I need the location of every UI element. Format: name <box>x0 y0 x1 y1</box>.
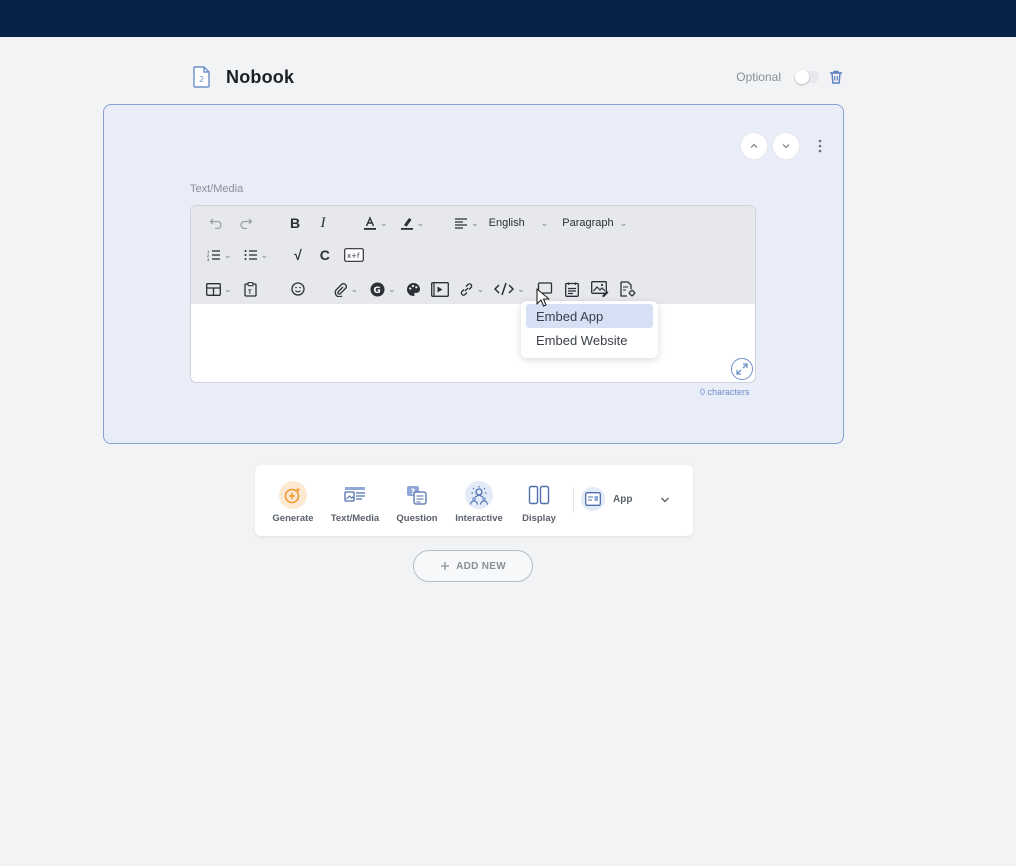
paste-text-icon[interactable]: T <box>243 277 257 301</box>
image-edit-icon[interactable] <box>590 277 609 301</box>
palette-question[interactable]: ? Question <box>391 481 443 524</box>
character-count: 0 characters <box>700 387 750 397</box>
italic-icon[interactable]: I <box>313 211 333 235</box>
google-icon[interactable]: G ⌄ <box>370 277 396 301</box>
attachment-icon[interactable]: ⌄ <box>333 277 359 301</box>
move-up-button[interactable] <box>741 133 767 159</box>
chevron-down-icon: ⌄ <box>260 249 269 260</box>
palette-divider <box>573 487 574 513</box>
palette-interactive[interactable]: Interactive <box>449 481 509 524</box>
toolbar-row-3: ⌄ T ⌄ G ⌄ ⌄ ⌄ <box>191 277 637 301</box>
bullet-list-icon[interactable]: ⌄ <box>244 243 269 267</box>
bold-icon[interactable]: B <box>285 211 305 235</box>
numbered-list-icon[interactable]: 123 ⌄ <box>207 243 232 267</box>
table-icon[interactable]: ⌄ <box>206 277 232 301</box>
content-block-card: Text/Media B I ⌄ ⌄ ⌄ English ⌄ Paragraph… <box>103 104 844 444</box>
toolbar-row-2: 123 ⌄ ⌄ √ C x+f <box>191 243 364 267</box>
generate-icon <box>279 481 307 509</box>
chevron-down-icon: ⌄ <box>224 249 232 260</box>
trash-icon[interactable] <box>827 68 845 86</box>
palette-app[interactable]: App <box>581 487 632 511</box>
page-title: Nobook <box>226 66 295 87</box>
optional-label: Optional <box>736 70 781 84</box>
add-new-button[interactable]: ADD NEW <box>413 550 533 582</box>
question-icon: ? <box>403 481 431 509</box>
top-nav-bar <box>0 0 1016 37</box>
rich-text-editor[interactable]: B I ⌄ ⌄ ⌄ English ⌄ Paragraph ⌄ 1 2 3 ⌄ … <box>190 205 756 383</box>
chevron-down-icon: ⌄ <box>350 283 359 294</box>
optional-toggle[interactable] <box>795 70 819 84</box>
document-icon: 2 <box>190 65 214 89</box>
embed-code-icon[interactable]: ⌄ <box>494 277 525 301</box>
notes-icon[interactable] <box>564 277 579 301</box>
expand-icon[interactable] <box>731 358 753 380</box>
redo-icon[interactable] <box>235 211 257 235</box>
editor-toolbar: B I ⌄ ⌄ ⌄ English ⌄ Paragraph ⌄ 1 2 3 ⌄ … <box>191 206 755 304</box>
app-icon <box>581 487 605 511</box>
link-icon[interactable]: ⌄ <box>459 277 485 301</box>
svg-text:3: 3 <box>207 257 210 261</box>
chevron-down-icon: ⌄ <box>517 283 525 294</box>
math-formula-icon[interactable]: x+f <box>344 243 364 267</box>
more-options-icon[interactable] <box>811 133 829 159</box>
move-down-button[interactable] <box>773 133 799 159</box>
chevron-down-icon: ⌄ <box>388 283 396 294</box>
undo-icon[interactable] <box>205 211 227 235</box>
emoji-icon[interactable] <box>290 277 305 301</box>
card-controls <box>741 133 829 159</box>
plus-icon <box>441 562 450 570</box>
interactive-icon <box>465 481 493 509</box>
chemistry-icon[interactable]: C <box>320 243 330 267</box>
page-header: 2 Nobook Optional <box>190 62 845 92</box>
chevron-up-icon <box>750 143 758 148</box>
chevron-down-icon: ⌄ <box>224 283 232 294</box>
language-select[interactable]: English ⌄ <box>489 211 549 235</box>
video-icon[interactable] <box>430 277 449 301</box>
toolbar-row-1: B I ⌄ ⌄ ⌄ English ⌄ Paragraph ⌄ <box>191 211 627 235</box>
font-color-icon[interactable]: ⌄ <box>363 211 388 235</box>
mouse-cursor-icon <box>536 288 550 307</box>
display-icon <box>525 481 553 509</box>
block-format-select[interactable]: Paragraph ⌄ <box>562 211 627 235</box>
chevron-down-icon: ⌄ <box>476 283 485 294</box>
chevron-down-icon: ⌄ <box>416 217 425 228</box>
block-palette: Generate Text/Media ? Question Interacti… <box>255 465 693 536</box>
palette-generate[interactable]: Generate <box>269 481 317 524</box>
chevron-down-icon: ⌄ <box>380 217 388 228</box>
chevron-down-icon: ⌄ <box>619 217 628 228</box>
chevron-down-icon: ⌄ <box>540 217 549 228</box>
field-label: Text/Media <box>190 183 244 195</box>
svg-text:x+f: x+f <box>347 252 360 260</box>
embed-dropdown-menu: Embed App Embed Website <box>521 301 658 358</box>
square-root-icon[interactable]: √ <box>294 243 302 267</box>
svg-text:T: T <box>248 290 252 296</box>
chevron-down-icon <box>782 144 790 149</box>
palette-text-media[interactable]: Text/Media <box>327 481 383 524</box>
svg-text:G: G <box>373 286 380 296</box>
palette-display[interactable]: Display <box>517 481 561 524</box>
highlight-icon[interactable]: ⌄ <box>400 211 425 235</box>
text-media-icon <box>341 481 369 509</box>
add-new-label: ADD NEW <box>456 560 506 572</box>
menu-item-embed-website[interactable]: Embed Website <box>526 328 653 352</box>
chevron-down-icon[interactable] <box>659 493 671 511</box>
document-settings-icon[interactable] <box>619 277 637 301</box>
palette-icon[interactable] <box>406 277 421 301</box>
header-actions: Optional <box>736 68 845 86</box>
align-icon[interactable]: ⌄ <box>454 211 479 235</box>
chevron-down-icon: ⌄ <box>471 217 479 228</box>
svg-text:2: 2 <box>199 75 204 84</box>
